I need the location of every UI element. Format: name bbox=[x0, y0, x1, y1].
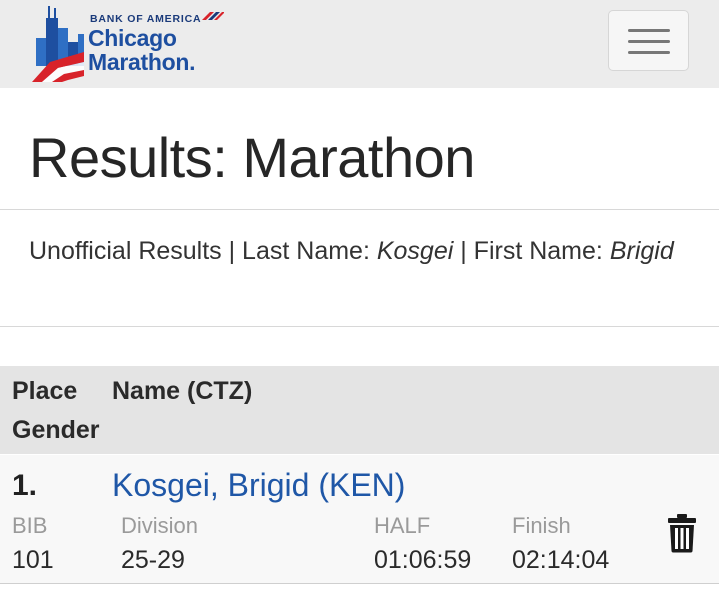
bib-value: 101 bbox=[12, 546, 54, 574]
half-split-value: 01:06:59 bbox=[374, 546, 472, 574]
half-label: HALF bbox=[374, 513, 431, 538]
finish-label: Finish bbox=[512, 513, 571, 538]
column-header-name[interactable]: Name (CTZ) bbox=[112, 376, 252, 406]
divider bbox=[0, 326, 719, 327]
runner-name-link[interactable]: Kosgei, Brigid (KEN) bbox=[112, 467, 405, 503]
column-header-place[interactable]: Place bbox=[12, 376, 77, 406]
search-criteria: Unofficial Results | Last Name: Kosgei |… bbox=[29, 232, 689, 270]
logo-chicago-text: Chicago bbox=[88, 25, 177, 51]
sponsor-label: BANK OF AMERICA bbox=[90, 13, 202, 25]
criteria-last-name: Kosgei bbox=[376, 237, 454, 265]
divider bbox=[0, 583, 719, 584]
results-table-header: Place Name (CTZ) Gender bbox=[0, 366, 719, 454]
bib-label: BIB bbox=[12, 513, 48, 538]
division-value: 25-29 bbox=[121, 546, 185, 574]
trash-icon[interactable] bbox=[667, 513, 697, 553]
page-title: Results: Marathon bbox=[29, 126, 475, 189]
division-label: Division bbox=[121, 513, 199, 538]
chicago-marathon-logo[interactable]: BANK OF AMERICA Chicago Marathon. bbox=[28, 4, 228, 84]
site-header: BANK OF AMERICA Chicago Marathon. bbox=[0, 0, 719, 88]
hamburger-menu-icon bbox=[628, 29, 670, 32]
divider bbox=[0, 209, 719, 210]
logo-marathon-text: Marathon. bbox=[88, 49, 196, 75]
hamburger-menu-icon bbox=[628, 51, 670, 54]
menu-button[interactable] bbox=[608, 10, 689, 71]
skyline-icon bbox=[32, 6, 84, 82]
criteria-first-name: Brigid bbox=[609, 237, 674, 265]
finish-time-value: 02:14:04 bbox=[512, 546, 610, 574]
hamburger-menu-icon bbox=[628, 40, 670, 43]
table-row: 1. Kosgei, Brigid (KEN) BIB Division HAL… bbox=[0, 455, 719, 583]
criteria-middle: | First Name: bbox=[453, 237, 610, 265]
bank-flag-icon bbox=[202, 12, 224, 20]
criteria-prefix: Unofficial Results | Last Name: bbox=[29, 237, 377, 265]
result-place: 1. bbox=[12, 469, 38, 502]
column-header-gender[interactable]: Gender bbox=[12, 415, 100, 445]
